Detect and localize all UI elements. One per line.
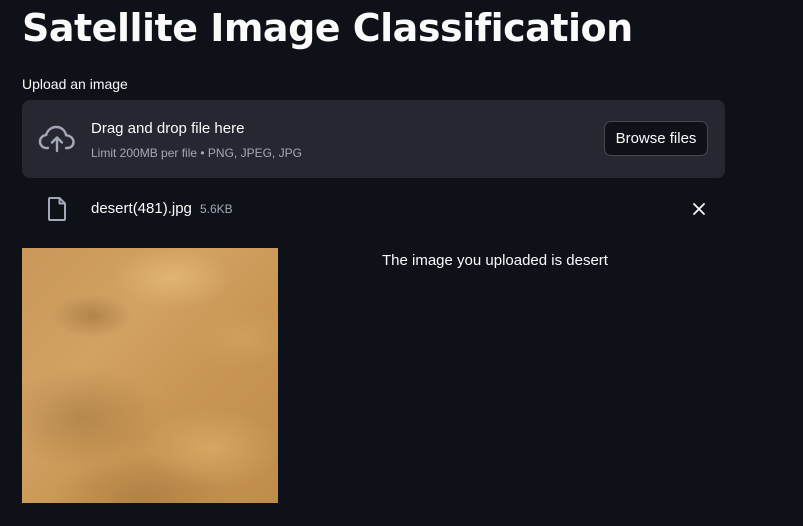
close-icon[interactable] xyxy=(690,200,708,218)
dropzone-limit-text: Limit 200MB per file • PNG, JPEG, JPG xyxy=(91,146,302,160)
page-title: Satellite Image Classification xyxy=(22,6,633,50)
cloud-upload-icon xyxy=(38,124,76,154)
uploaded-file-size: 5.6KB xyxy=(200,202,233,216)
upload-label: Upload an image xyxy=(22,76,128,92)
browse-files-button[interactable]: Browse files xyxy=(604,121,708,156)
file-icon xyxy=(46,196,68,222)
uploaded-file-row: desert(481).jpg 5.6KB xyxy=(22,190,725,226)
file-dropzone[interactable]: Drag and drop file here Limit 200MB per … xyxy=(22,100,725,178)
dropzone-instructions: Drag and drop file here xyxy=(91,120,245,137)
classification-result: The image you uploaded is desert xyxy=(382,252,608,269)
uploaded-image-preview xyxy=(22,248,278,503)
uploaded-file-name: desert(481).jpg xyxy=(91,200,192,217)
app-page: Satellite Image Classification Upload an… xyxy=(0,0,803,526)
